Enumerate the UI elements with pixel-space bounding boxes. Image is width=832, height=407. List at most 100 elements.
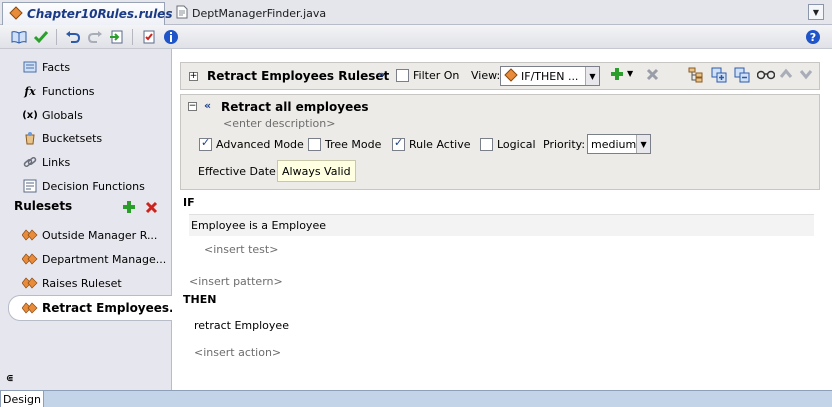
effective-date-field[interactable]: Always Valid (277, 160, 356, 182)
tab-design[interactable]: Design (0, 391, 44, 407)
filter-on-check[interactable] (396, 69, 409, 82)
find-glasses-icon[interactable] (756, 68, 776, 83)
logical-checkbox[interactable]: Logical (480, 138, 536, 151)
ruleset-item-department-manager[interactable]: Department Manage... (22, 248, 166, 270)
logical-check[interactable] (480, 138, 493, 151)
tree-mode-label: Tree Mode (325, 138, 382, 151)
help-icon[interactable]: ? (804, 28, 822, 46)
validate-check-icon[interactable] (32, 28, 50, 46)
ruleset-item-outside-manager[interactable]: Outside Manager R... (22, 224, 157, 246)
rule-active-label: Rule Active (409, 138, 471, 151)
ruleset-icon (22, 302, 38, 314)
collapse-all-icon[interactable]: » (378, 68, 385, 81)
rule-active-checkbox[interactable]: Rule Active (392, 136, 471, 151)
nav-item-facts[interactable]: Facts (22, 56, 70, 78)
test-checklist-icon[interactable] (140, 28, 158, 46)
book-icon[interactable] (10, 28, 28, 46)
advanced-mode-check[interactable] (199, 136, 212, 151)
nav-item-label: Decision Functions (42, 179, 145, 193)
undo-icon[interactable] (64, 28, 82, 46)
collapse-all-rules-icon[interactable] (734, 67, 750, 86)
java-file-icon (176, 5, 188, 22)
ruleset-label: Outside Manager R... (42, 228, 158, 242)
tab-label: Chapter10Rules.rules (27, 7, 173, 21)
nav-item-label: Links (42, 155, 71, 169)
tab-list-dropdown[interactable]: ▼ (808, 4, 824, 20)
export-icon[interactable] (108, 28, 126, 46)
info-icon[interactable] (162, 28, 180, 46)
insert-action-link[interactable]: <insert action> (194, 346, 281, 359)
move-up-icon[interactable] (779, 68, 793, 83)
editor-toolbar: ? (0, 25, 832, 49)
editor-bottom-tabs: Design (0, 390, 832, 407)
priority-label: Priority: (543, 138, 586, 151)
if-pattern-row[interactable]: Employee is a Employee (189, 214, 814, 236)
redo-icon[interactable] (86, 28, 104, 46)
editor-tab-strip: Chapter10Rules.rules DeptManagerFinder.j… (0, 0, 832, 25)
tree-mode-check[interactable] (308, 138, 321, 151)
tab-label: DeptManagerFinder.java (192, 7, 327, 20)
ruleset-label: Department Manage... (42, 252, 167, 266)
tree-mode-checkbox[interactable]: Tree Mode (308, 138, 381, 151)
if-label: IF (183, 196, 195, 209)
ruleset-icon (22, 253, 38, 265)
toolbar-separator (132, 29, 133, 45)
tree-structure-icon[interactable] (688, 67, 704, 86)
add-rule-icon[interactable] (610, 67, 624, 84)
decision-functions-icon (22, 179, 38, 193)
nav-item-label: Facts (42, 60, 71, 74)
collapse-navigator-icon[interactable]: ⋐ (6, 374, 14, 384)
ruleset-item-retract-employees[interactable]: Retract Employees... (22, 297, 183, 319)
ruleset-header: + Retract Employees Ruleset » Filter On … (180, 62, 820, 90)
view-select-value: IF/THEN ... (521, 69, 579, 83)
if-pattern-text[interactable]: Employee is a Employee (191, 219, 326, 232)
rule-active-check[interactable] (392, 136, 405, 151)
nav-item-bucketsets[interactable]: Bucketsets (22, 127, 102, 149)
insert-pattern-link[interactable]: <insert pattern> (189, 275, 283, 288)
advanced-mode-checkbox[interactable]: Advanced Mode (199, 136, 304, 151)
add-ruleset-icon[interactable] (122, 200, 136, 217)
collapse-rule-icon[interactable]: − (188, 102, 197, 111)
delete-ruleset-icon[interactable] (145, 201, 158, 217)
rule-description-field[interactable]: <enter description> (223, 117, 335, 130)
ruleset-item-raises[interactable]: Raises Ruleset (22, 272, 122, 294)
ruleset-title: Retract Employees Ruleset (207, 69, 390, 83)
nav-item-label: Globals (42, 108, 83, 122)
priority-select-value: medium (591, 137, 637, 151)
expand-all-icon[interactable] (711, 67, 727, 86)
add-rule-dropdown-icon[interactable]: ▼ (627, 69, 633, 78)
tab-chapter10rules[interactable]: Chapter10Rules.rules (2, 2, 172, 25)
filter-on-checkbox[interactable]: Filter On (396, 69, 459, 82)
view-select[interactable]: IF/THEN ... ▼ (500, 66, 600, 86)
nav-item-links[interactable]: Links (22, 151, 70, 173)
rulesets-header: Rulesets (14, 199, 73, 213)
ruleset-label: Raises Ruleset (42, 276, 122, 290)
advanced-mode-label: Advanced Mode (216, 138, 304, 151)
collapse-rule-details-icon[interactable]: « (204, 99, 211, 112)
expand-ruleset-icon[interactable]: + (189, 72, 198, 81)
rule-properties-panel: − « Retract all employees <enter descrip… (180, 94, 820, 190)
nav-item-globals[interactable]: (x) Globals (22, 104, 83, 126)
nav-item-label: Bucketsets (42, 131, 103, 145)
nav-item-functions[interactable]: fx Functions (22, 80, 94, 102)
svg-text:?: ? (810, 31, 816, 44)
tab-deptmanagerfinder[interactable]: DeptManagerFinder.java (170, 2, 340, 25)
move-down-icon[interactable] (799, 68, 813, 83)
priority-select[interactable]: medium ▼ (587, 134, 651, 154)
ruleset-icon (22, 277, 38, 289)
links-icon (22, 155, 38, 169)
facts-icon (22, 61, 38, 73)
view-label: View: (471, 69, 501, 82)
functions-icon: fx (24, 84, 36, 98)
nav-item-decision-functions[interactable]: Decision Functions (22, 175, 145, 197)
rules-file-icon (9, 5, 23, 23)
then-label: THEN (183, 293, 217, 306)
delete-rule-icon[interactable] (646, 68, 659, 84)
chevron-down-icon: ▼ (636, 135, 650, 153)
insert-test-link[interactable]: <insert test> (204, 243, 278, 256)
toolbar-separator (56, 29, 57, 45)
rule-name[interactable]: Retract all employees (221, 100, 369, 114)
filter-on-label: Filter On (413, 69, 460, 82)
then-action-text[interactable]: retract Employee (194, 319, 289, 332)
globals-icon: (x) (22, 109, 38, 121)
